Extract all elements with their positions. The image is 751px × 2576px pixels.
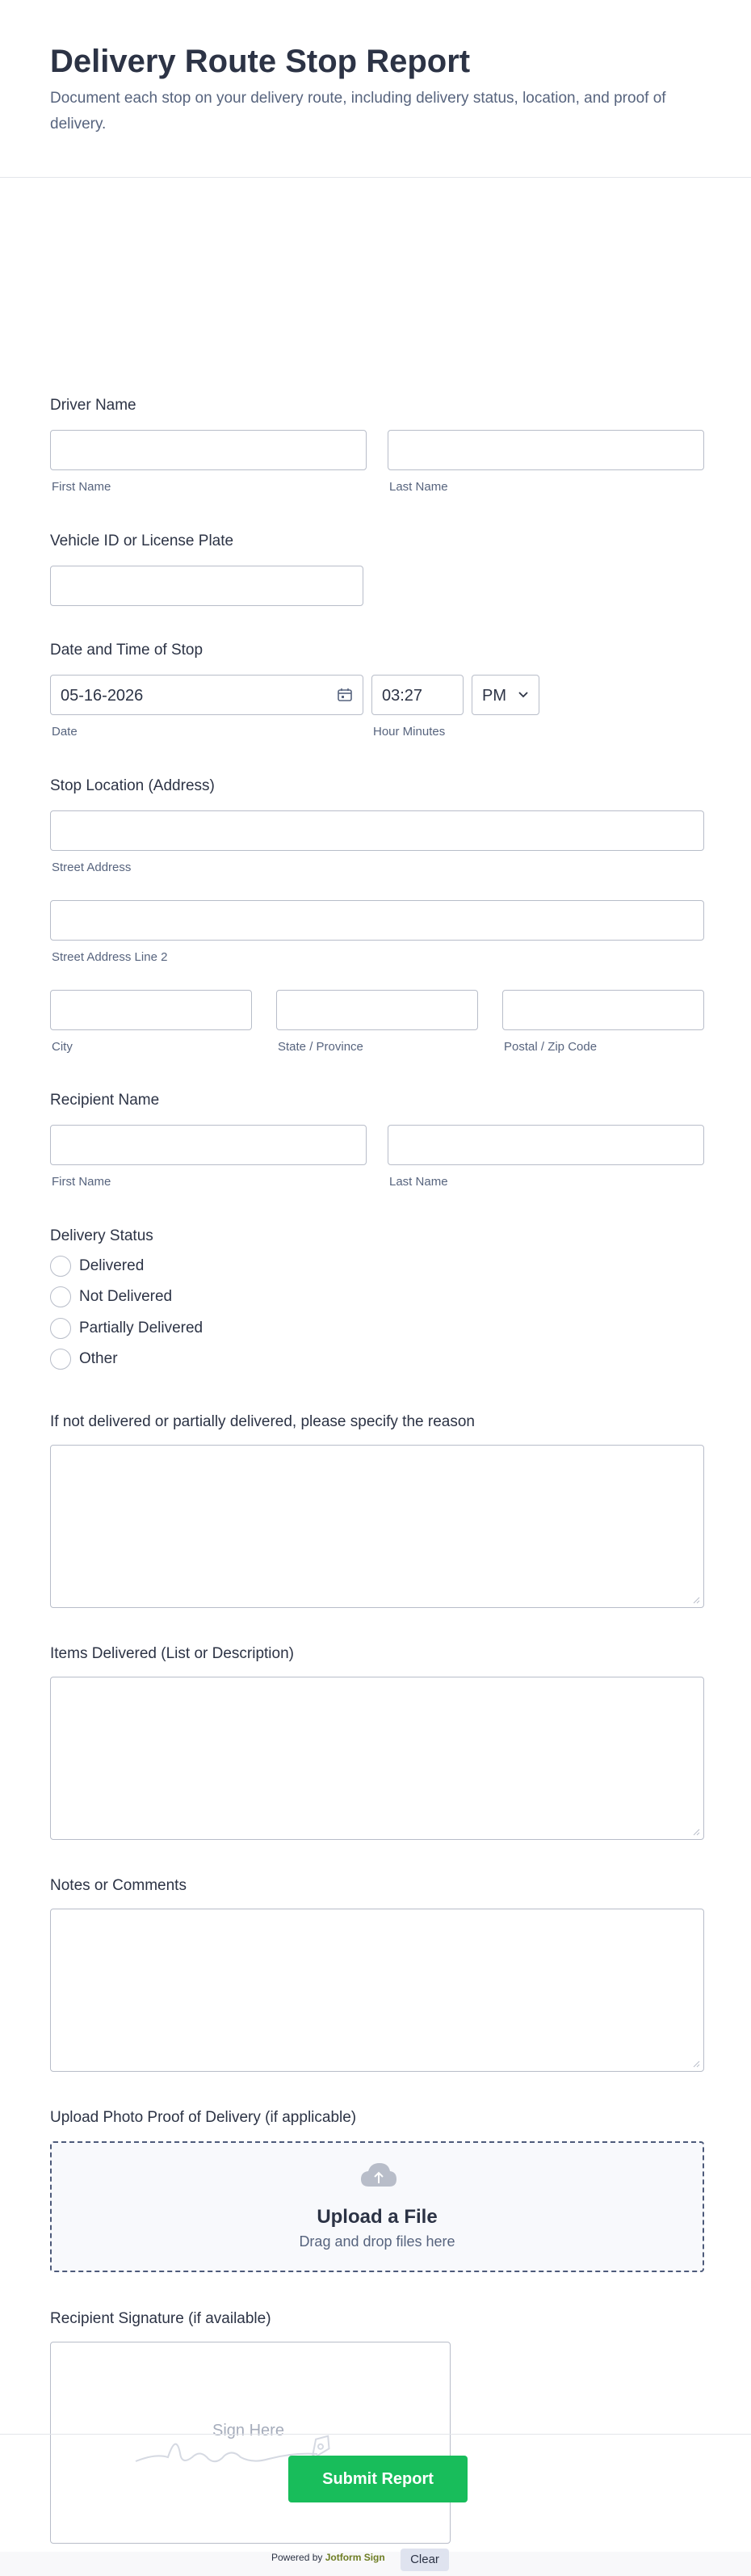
datetime-question: Date and Time of Stop 05-16-2026 03:27 P… — [50, 641, 704, 746]
recipient-last-name-input[interactable] — [388, 1125, 704, 1165]
radio-option-not-delivered[interactable]: Not Delivered — [50, 1285, 172, 1309]
location-label: Stop Location (Address) — [50, 777, 215, 794]
driver-first-name-input[interactable] — [50, 430, 367, 470]
vehicle-id-input[interactable] — [50, 566, 363, 606]
submit-button[interactable]: Submit Report — [288, 2456, 468, 2502]
city-sublabel: City — [52, 1040, 73, 1054]
ampm-select[interactable]: PM — [472, 675, 539, 715]
radio-button[interactable] — [50, 1318, 71, 1339]
page-title: Delivery Route Stop Report — [50, 44, 471, 79]
powered-by-text: Powered by Jotform Sign — [271, 2552, 385, 2563]
recipient-first-name-sublabel: First Name — [52, 1175, 111, 1189]
reason-label: If not delivered or partially delivered,… — [50, 1413, 475, 1430]
state-input[interactable] — [276, 990, 478, 1030]
reason-textarea[interactable] — [50, 1445, 704, 1608]
recipient-last-name-sublabel: Last Name — [389, 1175, 448, 1189]
date-sublabel: Date — [52, 725, 78, 739]
street-address-line2-sublabel: Street Address Line 2 — [52, 950, 168, 964]
date-input[interactable]: 05-16-2026 — [50, 675, 363, 715]
radio-button[interactable] — [50, 1286, 71, 1307]
delivery-status-question: Delivery Status Delivered Not Delivered … — [50, 1227, 704, 1380]
radio-label: Other — [79, 1350, 118, 1367]
items-label: Items Delivered (List or Description) — [50, 1645, 294, 1662]
delivery-status-label: Delivery Status — [50, 1227, 153, 1244]
items-textarea[interactable] — [50, 1677, 704, 1840]
resize-grip-icon[interactable] — [692, 1828, 700, 1836]
radio-label: Delivered — [79, 1257, 145, 1274]
radio-label: Not Delivered — [79, 1288, 173, 1305]
recipient-first-name-input[interactable] — [50, 1125, 367, 1165]
form-description: Document each stop on your delivery rout… — [50, 90, 666, 133]
items-question: Items Delivered (List or Description) — [50, 1644, 704, 1846]
driver-first-name-sublabel: First Name — [52, 480, 111, 494]
cloud-upload-icon — [361, 2163, 396, 2187]
driver-last-name-sublabel: Last Name — [389, 480, 448, 494]
file-upload-dropzone[interactable]: Upload a File Drag and drop files here — [50, 2141, 704, 2272]
calendar-icon[interactable] — [337, 688, 353, 702]
date-value: 05-16-2026 — [61, 687, 144, 705]
notes-question: Notes or Comments — [50, 1876, 704, 2078]
datetime-label: Date and Time of Stop — [50, 642, 203, 659]
city-input[interactable] — [50, 990, 252, 1030]
upload-title: Upload a File — [317, 2206, 438, 2228]
radio-label: Partially Delivered — [79, 1320, 203, 1336]
radio-button[interactable] — [50, 1349, 71, 1370]
driver-name-label: Driver Name — [50, 397, 136, 414]
upload-question: Upload Photo Proof of Delivery (if appli… — [50, 2108, 704, 2278]
vehicle-label: Vehicle ID or License Plate — [50, 532, 234, 549]
time-value: 03:27 — [382, 687, 423, 705]
street-address-sublabel: Street Address — [52, 861, 132, 874]
vehicle-question: Vehicle ID or License Plate — [50, 532, 704, 612]
form-page: Delivery Route Stop Report Document each… — [0, 0, 751, 2571]
radio-option-partially-delivered[interactable]: Partially Delivered — [50, 1316, 203, 1341]
upload-hint: Drag and drop files here — [299, 2233, 455, 2250]
form-footer: Submit Report — [0, 2434, 751, 2552]
time-sublabel: Hour Minutes — [373, 725, 446, 739]
signature-label: Recipient Signature (if available) — [50, 2310, 271, 2327]
radio-option-other[interactable]: Other — [50, 1347, 118, 1371]
reason-question: If not delivered or partially delivered,… — [50, 1412, 704, 1614]
radio-button[interactable] — [50, 1256, 71, 1277]
location-question: Stop Location (Address) Street Address S… — [50, 777, 704, 1067]
driver-name-question: Driver Name First Name Last Name — [50, 396, 704, 509]
time-input[interactable]: 03:27 — [371, 675, 464, 715]
recipient-name-question: Recipient Name First Name Last Name — [50, 1091, 704, 1204]
street-address-line2-input[interactable] — [50, 900, 704, 941]
street-address-input[interactable] — [50, 810, 704, 851]
driver-last-name-input[interactable] — [388, 430, 704, 470]
recipient-name-label: Recipient Name — [50, 1092, 160, 1109]
jotform-sign-brand: Jotform Sign — [325, 2552, 385, 2563]
upload-label: Upload Photo Proof of Delivery (if appli… — [50, 2109, 357, 2126]
state-sublabel: State / Province — [278, 1040, 363, 1054]
chevron-down-icon — [518, 692, 528, 698]
notes-label: Notes or Comments — [50, 1877, 187, 1894]
radio-option-delivered[interactable]: Delivered — [50, 1254, 144, 1278]
notes-textarea[interactable] — [50, 1909, 704, 2072]
ampm-value: PM — [482, 687, 506, 705]
zip-input[interactable] — [502, 990, 704, 1030]
zip-sublabel: Postal / Zip Code — [504, 1040, 598, 1054]
resize-grip-icon[interactable] — [692, 1596, 700, 1604]
form-header: Delivery Route Stop Report Document each… — [0, 0, 751, 178]
resize-grip-icon[interactable] — [692, 2060, 700, 2068]
clear-signature-button[interactable]: Clear — [401, 2549, 449, 2571]
